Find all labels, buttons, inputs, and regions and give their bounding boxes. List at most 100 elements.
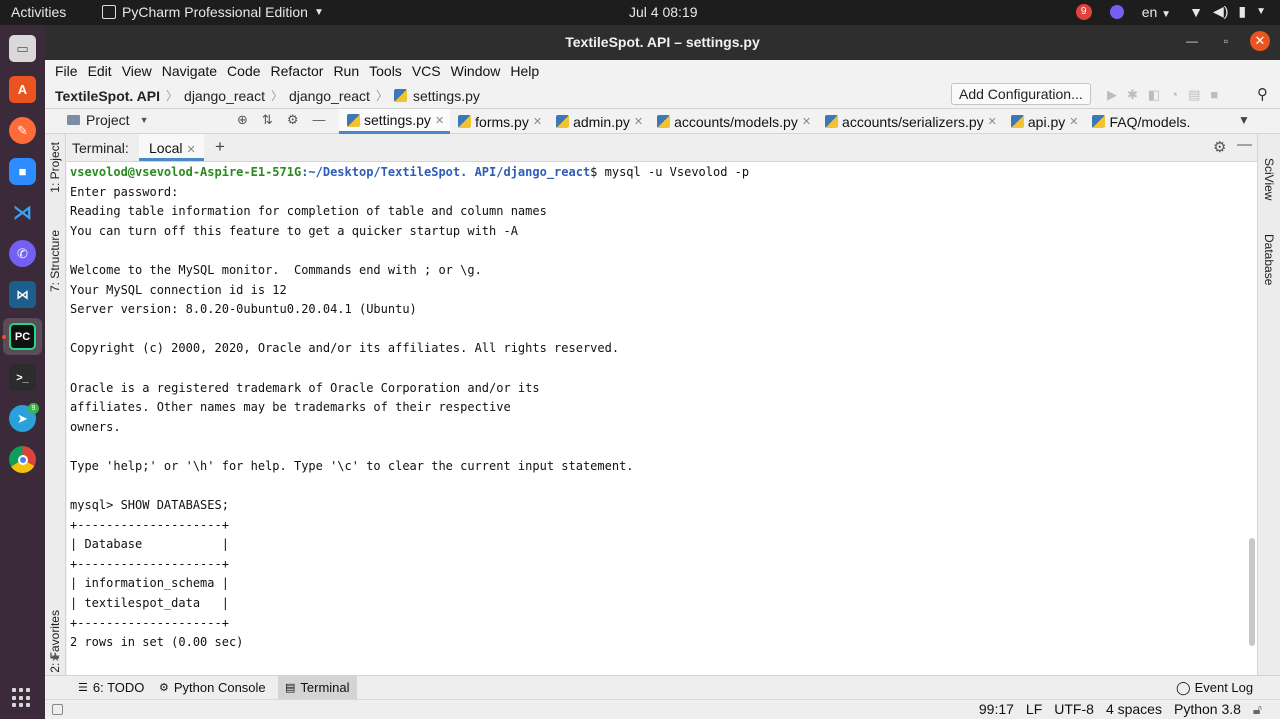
vscode-icon[interactable]: ⋊ [9, 199, 36, 226]
breadcrumb-folder[interactable]: django_react [289, 88, 370, 104]
close-window-button[interactable]: ✕ [1250, 31, 1270, 51]
toggle-tool-windows-icon[interactable] [52, 704, 63, 715]
postman-icon[interactable]: ✎ [9, 117, 36, 144]
tab-accounts-serializers-py[interactable]: accounts/serializers.py ✕ [817, 109, 1003, 134]
system-status-menu[interactable]: ▼ ◀) ▮ ▼ [1189, 3, 1266, 20]
menu-tools[interactable]: Tools [364, 60, 407, 82]
close-icon[interactable]: ✕ [533, 115, 542, 128]
close-icon[interactable]: ✕ [435, 114, 444, 127]
hide-icon[interactable]: — [312, 112, 325, 128]
stop-icon[interactable]: ■ [1210, 87, 1218, 103]
close-icon[interactable]: ✕ [1069, 115, 1078, 128]
tab-admin-py[interactable]: admin.py ✕ [548, 109, 649, 134]
database-tool-button[interactable]: Database [1262, 234, 1276, 285]
caret-position[interactable]: 99:17 [979, 701, 1014, 718]
chrome-icon[interactable] [9, 446, 36, 473]
close-icon[interactable]: ✕ [634, 115, 643, 128]
tab-faq-models-py[interactable]: FAQ/models. [1084, 109, 1196, 134]
close-icon[interactable]: ✕ [988, 115, 997, 128]
app-menu[interactable]: PyCharm Professional Edition ▼ [102, 4, 324, 20]
gear-icon[interactable]: ⚙ [1213, 138, 1226, 156]
menu-refactor[interactable]: Refactor [266, 60, 329, 82]
activities-button[interactable]: Activities [11, 4, 66, 20]
menu-navigate[interactable]: Navigate [157, 60, 222, 82]
pycharm-dock-icon[interactable]: PC [9, 323, 36, 350]
files-app-icon[interactable]: ▭ [9, 35, 36, 62]
show-applications-button[interactable] [12, 688, 32, 708]
new-terminal-tab-button[interactable]: + [215, 137, 225, 157]
line-separator[interactable]: LF [1026, 701, 1042, 718]
menu-view[interactable]: View [117, 60, 157, 82]
clock[interactable]: Jul 4 08:19 [629, 4, 698, 20]
event-log-button[interactable]: ◯ Event Log [1176, 680, 1253, 696]
menu-window[interactable]: Window [446, 60, 506, 82]
project-panel-tools: ⊕ ⇅ ⚙ — [237, 112, 325, 128]
python-console-tool-tab[interactable]: ⚙ Python Console [152, 676, 273, 699]
wifi-icon: ▼ [1189, 3, 1203, 20]
menu-code[interactable]: Code [222, 60, 265, 82]
coverage-icon[interactable]: ◧ [1148, 87, 1160, 103]
build-icon[interactable]: ▤ [1188, 87, 1200, 103]
editor-tabs: settings.py ✕ forms.py ✕ admin.py ✕ account… [339, 109, 1196, 134]
terminal-scrollbar[interactable] [1249, 538, 1255, 646]
debug-icon[interactable]: ✱ [1127, 87, 1138, 103]
search-icon[interactable]: ⚲ [1257, 85, 1268, 103]
terminal-header: Terminal: Local ✕ + ⚙ — [67, 134, 1257, 162]
terminal-tab-local[interactable]: Local ✕ [139, 134, 204, 161]
mysql-workbench-icon[interactable]: ⋈ [9, 281, 36, 308]
terminal-output[interactable]: vsevolod@vsevolod-Aspire-E1-571G:~/Deskt… [67, 162, 1257, 675]
language-indicator[interactable]: en ▼ [1142, 4, 1171, 20]
software-center-icon[interactable]: A [9, 76, 36, 103]
collapse-icon[interactable]: ⇅ [262, 112, 273, 128]
terminal-title: Terminal: [72, 140, 129, 156]
profile-icon[interactable]: ◔ [1170, 87, 1178, 103]
python-interpreter[interactable]: Python 3.8 [1174, 701, 1241, 718]
terminal-tool-tab[interactable]: ▤ Terminal [278, 676, 357, 699]
add-configuration-button[interactable]: Add Configuration... [951, 83, 1091, 105]
maximize-button[interactable]: ▫ [1216, 34, 1236, 48]
breadcrumb-folder[interactable]: django_react [184, 88, 265, 104]
structure-tool-button[interactable]: 7: Structure [48, 230, 62, 292]
tab-api-py[interactable]: api.py ✕ [1003, 109, 1085, 134]
sciview-tool-button[interactable]: SciView [1262, 158, 1276, 200]
breadcrumb-file[interactable]: settings.py [413, 88, 480, 104]
terminal-lines: vsevolod@vsevolod-Aspire-E1-571G:~/Deskt… [70, 163, 749, 653]
gear-icon[interactable]: ⚙ [287, 112, 299, 128]
window-titlebar: TextileSpot. API – settings.py — ▫ ✕ [45, 25, 1280, 60]
chevron-right-icon: 〉 [375, 89, 388, 103]
project-panel-selector[interactable]: Project ▼ [67, 112, 149, 128]
chevron-down-icon: ▼ [139, 115, 149, 125]
close-icon[interactable]: ✕ [802, 115, 811, 128]
notification-badge[interactable]: 9 [1075, 3, 1092, 20]
lock-icon[interactable]: 🔓︎ [1253, 701, 1262, 718]
run-icon[interactable]: ▶ [1107, 87, 1117, 103]
menu-vcs[interactable]: VCS [407, 60, 446, 82]
zoom-icon[interactable]: ■ [9, 158, 36, 185]
menu-file[interactable]: File [50, 60, 83, 82]
viber-icon[interactable]: ✆ [9, 240, 36, 267]
window-title: TextileSpot. API – settings.py [565, 34, 760, 50]
menu-help[interactable]: Help [505, 60, 544, 82]
chevron-down-icon[interactable]: ▼ [1238, 113, 1250, 127]
viber-tray-icon[interactable] [1109, 4, 1124, 19]
prompt-command: $ mysql -u Vsevolod -p [590, 165, 750, 179]
minimize-button[interactable]: — [1182, 34, 1202, 48]
indent-setting[interactable]: 4 spaces [1106, 701, 1162, 718]
right-tool-strip: SciView Database [1257, 134, 1280, 675]
file-encoding[interactable]: UTF-8 [1054, 701, 1094, 718]
hide-panel-button[interactable]: — [1237, 136, 1252, 153]
chevron-down-icon: ▼ [1256, 6, 1266, 17]
menu-edit[interactable]: Edit [83, 60, 117, 82]
terminal-app-icon[interactable]: >_ [9, 364, 36, 391]
menu-run[interactable]: Run [328, 60, 364, 82]
todo-tool-tab[interactable]: ☰ 6: TODO [71, 676, 151, 699]
breadcrumb-project[interactable]: TextileSpot. API [55, 88, 160, 104]
project-tool-button[interactable]: 1: Project [48, 142, 62, 193]
locate-icon[interactable]: ⊕ [237, 112, 248, 128]
close-icon[interactable]: ✕ [186, 144, 195, 156]
tab-forms-py[interactable]: forms.py ✕ [450, 109, 548, 134]
tab-settings-py[interactable]: settings.py ✕ [339, 109, 451, 134]
tab-accounts-models-py[interactable]: accounts/models.py ✕ [649, 109, 817, 134]
